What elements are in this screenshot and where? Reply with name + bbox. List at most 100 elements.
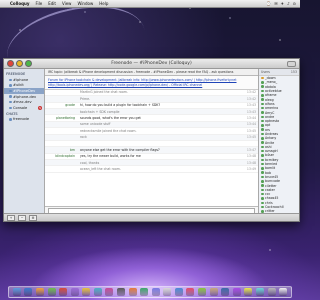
message-text: anyone else get the error with the compi… — [80, 147, 160, 152]
user-status-icon — [261, 192, 264, 196]
dock — [8, 286, 292, 298]
window-body: FREENODE #iphone #uikit #iPhoneDev #ipho… — [4, 69, 299, 214]
dock-app-icon[interactable] — [244, 288, 253, 296]
dock-app-icon[interactable] — [279, 288, 288, 296]
dock-app-icon[interactable] — [105, 288, 114, 296]
menu-window[interactable]: Window — [74, 1, 96, 6]
dock-app-icon[interactable] — [255, 288, 264, 296]
dock-app-icon[interactable] — [82, 288, 91, 296]
dock-app-icon[interactable] — [24, 288, 33, 296]
airport-icon[interactable]: ✈ — [281, 1, 284, 6]
menu-edit[interactable]: Edit — [45, 1, 59, 6]
channel-topic: IRC topic: Jailbreak & iPhone developmen… — [45, 69, 258, 77]
menu-app[interactable]: Colloquy — [7, 1, 33, 6]
user-status-icon — [261, 154, 264, 157]
window-title: Freenode — #iPhoneDev (Colloquy) — [111, 61, 192, 66]
dock-app-icon[interactable] — [151, 288, 160, 296]
dock-app-icon[interactable] — [128, 288, 137, 296]
sidebar-item-freenode[interactable]: freenode — [4, 117, 44, 123]
user-status-icon — [261, 180, 264, 183]
mail-icon[interactable]: ✉ — [274, 1, 277, 6]
message-nick[interactable]: bm — [45, 148, 77, 152]
motd-link[interactable]: http://tools.iphonedev.org/ | Release: h… — [48, 83, 255, 87]
dock-app-icon[interactable] — [12, 288, 21, 296]
menu-file[interactable]: File — [33, 1, 46, 6]
message-nick[interactable]: gcode — [45, 103, 77, 107]
user-status-icon — [261, 119, 264, 123]
toolbar-toggle-button[interactable] — [287, 61, 296, 67]
user-status-icon — [261, 115, 264, 119]
member-list: Users 153 _doom _meno_ abdala activeblue afr… — [258, 69, 299, 214]
message-text: rednecksmile joined the chat room. — [80, 128, 137, 133]
message-timestamp: 13:44 — [246, 122, 256, 127]
message-nick[interactable]: blindcaptain — [45, 154, 77, 158]
user-status-icon — [261, 137, 264, 140]
user-status-icon — [261, 128, 264, 131]
message-nick[interactable]: planetbeing — [45, 116, 77, 120]
message-timestamp: 13:45 — [246, 135, 256, 140]
message-timestamp: 13:42 — [246, 90, 256, 95]
gear-icon[interactable]: ⚙ — [29, 214, 37, 221]
user-status-icon — [261, 197, 264, 200]
menu-bar: Colloquy File Edit View Window Help ⌚ ✉ … — [0, 0, 300, 8]
chat-transcript[interactable]: MartinG joined the chat room. 13:42 Prime.… — [45, 90, 258, 206]
room-sidebar: FREENODE #iphone #uikit #iPhoneDev #ipho… — [4, 69, 45, 214]
dock-app-icon[interactable] — [209, 288, 218, 296]
server-icon — [9, 118, 12, 121]
message-timestamp: 13:44 — [246, 116, 256, 121]
member-list-label: Users — [261, 70, 270, 74]
chat-main: IRC topic: Jailbreak & iPhone developmen… — [45, 69, 258, 214]
dock-app-icon[interactable] — [232, 288, 241, 296]
room-icon — [9, 84, 12, 87]
room-icon — [9, 100, 12, 104]
user-status-icon — [261, 141, 264, 144]
user-status-icon — [261, 94, 264, 97]
menu-view[interactable]: View — [59, 1, 75, 6]
member-list-items: _doom _meno_ abdala activeblue aframe alexg al… — [259, 76, 299, 214]
user-status-icon — [261, 188, 264, 192]
dock-app-icon[interactable] — [93, 288, 102, 296]
user-status-icon — [261, 162, 264, 166]
dock-app-icon[interactable] — [174, 288, 183, 296]
menu-help[interactable]: Help — [96, 1, 111, 6]
user-status-icon — [261, 85, 264, 88]
message-text: MartinG joined the chat room. — [80, 90, 128, 95]
volume-icon[interactable]: ♪ — [287, 1, 290, 6]
user-status-icon — [261, 76, 264, 80]
dock-app-icon[interactable] — [186, 288, 195, 296]
message-text: some unicode stuff — [80, 122, 111, 127]
user-status-icon — [261, 89, 264, 93]
dock-app-icon[interactable] — [47, 288, 56, 296]
user-status-icon — [261, 132, 264, 136]
add-button[interactable]: + — [7, 214, 15, 221]
room-icon — [9, 89, 12, 93]
user-status-icon — [261, 149, 264, 153]
dock-app-icon[interactable] — [116, 288, 125, 296]
window-titlebar[interactable]: Freenode — #iPhoneDev (Colloquy) — [4, 59, 299, 69]
member-count: 153 — [290, 70, 297, 74]
message-text: hi, how do you build a plugin for toolch… — [80, 103, 161, 108]
dock-app-icon[interactable] — [198, 288, 207, 296]
dock-app-icon[interactable] — [35, 288, 44, 296]
message-text: sounds good, what's the error you get — [80, 116, 141, 121]
dock-app-icon[interactable] — [163, 288, 172, 296]
dock-app-icon[interactable] — [59, 288, 68, 296]
user-status-icon — [261, 184, 264, 187]
remove-button[interactable]: − — [18, 214, 26, 221]
message-timestamp: 13:42 — [246, 96, 256, 101]
chat-message-row: ocean_left the chat room. 13:49 — [45, 166, 258, 173]
message-text: Prime. — [80, 96, 91, 101]
dock-app-icon[interactable] — [221, 288, 230, 296]
clock-icon[interactable]: ⌚ — [266, 1, 271, 6]
user-status-icon — [261, 201, 264, 204]
dock-app-icon[interactable] — [267, 288, 276, 296]
console-icon — [9, 106, 12, 110]
motd-link[interactable]: Forum for iPhone toolchain & development… — [48, 78, 255, 82]
user-status-icon — [261, 171, 264, 174]
dock-app-icon[interactable] — [140, 288, 149, 296]
dock-app-icon[interactable] — [70, 288, 79, 296]
user-status-icon — [261, 124, 264, 127]
user-status-icon — [261, 111, 264, 114]
spotlight-icon[interactable]: ⊙ — [293, 1, 296, 6]
user-status-icon — [261, 158, 264, 162]
